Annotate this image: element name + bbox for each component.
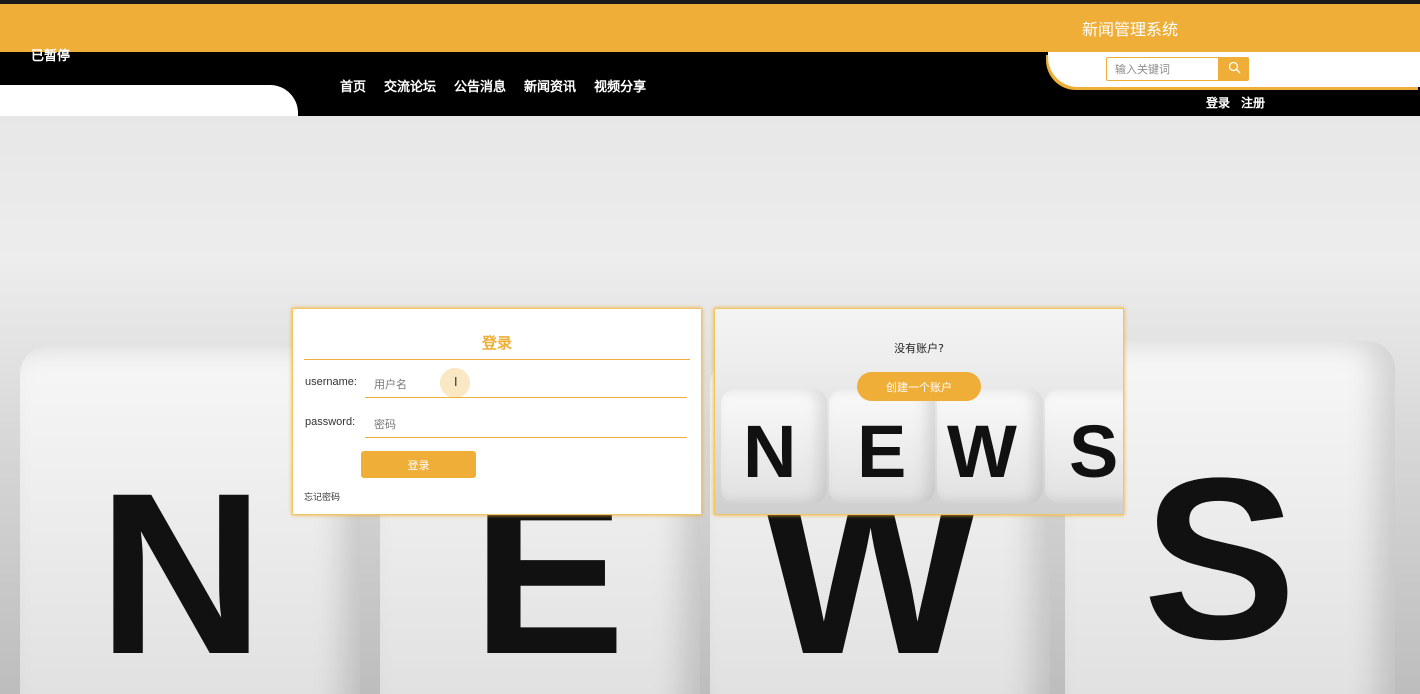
nav-item-forum[interactable]: 交流论坛 xyxy=(384,76,436,95)
password-label: password: xyxy=(305,416,356,428)
hero-letter-n: N xyxy=(98,445,265,694)
nav-decor-pill xyxy=(0,85,298,116)
mini-cube-e: E xyxy=(829,389,935,503)
mini-cube-n: N xyxy=(721,389,827,503)
text-cursor-icon: I xyxy=(454,375,458,389)
mini-letter-n: N xyxy=(743,410,797,493)
nav-item-home[interactable]: 首页 xyxy=(340,76,366,95)
hero-letter-s: S xyxy=(1143,430,1297,687)
mini-letter-s: S xyxy=(1069,410,1119,493)
search-icon xyxy=(1228,61,1241,77)
username-label: username: xyxy=(305,376,357,388)
search-button[interactable] xyxy=(1219,57,1249,81)
mini-cube-w: W xyxy=(937,389,1043,503)
main-nav: 首页 交流论坛 公告消息 新闻资讯 视频分享 xyxy=(340,76,646,95)
no-account-text: 没有账户? xyxy=(894,342,944,355)
mini-letter-e: E xyxy=(857,410,907,493)
forgot-password-link[interactable]: 忘记密码 xyxy=(304,490,340,503)
nav-item-news[interactable]: 新闻资讯 xyxy=(524,76,576,95)
site-title: 新闻管理系统 xyxy=(1082,20,1179,39)
auth-links: 登录 注册 xyxy=(1206,94,1265,111)
brand-bar xyxy=(0,4,1420,52)
nav-item-videos[interactable]: 视频分享 xyxy=(594,76,646,95)
nav-item-notices[interactable]: 公告消息 xyxy=(454,76,506,95)
login-card: 登录 username: password: I 登录 忘记密码 xyxy=(292,308,702,515)
password-field[interactable] xyxy=(365,412,687,438)
paused-indicator: 已暂停 xyxy=(31,49,71,64)
login-submit-button[interactable]: 登录 xyxy=(361,451,476,478)
mini-cube-s: S xyxy=(1045,389,1123,503)
create-account-button[interactable]: 创建一个账户 xyxy=(857,372,981,401)
hero-background: N E W S xyxy=(0,116,1420,694)
search-input[interactable] xyxy=(1106,57,1219,81)
login-title: 登录 xyxy=(481,334,512,352)
login-divider xyxy=(304,359,690,360)
register-card: N E W S 没有账户? 创建一个账户 xyxy=(714,308,1124,515)
login-link[interactable]: 登录 xyxy=(1206,94,1230,111)
username-field[interactable] xyxy=(365,372,687,398)
register-link[interactable]: 注册 xyxy=(1241,94,1265,111)
mini-letter-w: W xyxy=(947,410,1017,493)
